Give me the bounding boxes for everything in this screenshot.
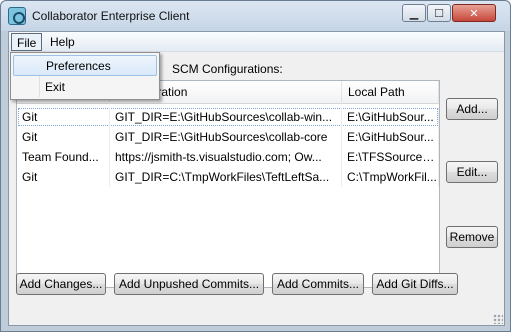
file-menu-dropdown: Preferences Exit bbox=[10, 52, 160, 100]
app-window: Collaborator Enterprise Client ▁ ☐ ✕ Fil… bbox=[0, 0, 511, 332]
table-row[interactable]: Team Found... https://jsmith-ts.visualst… bbox=[17, 147, 439, 167]
menu-file[interactable]: File bbox=[11, 33, 43, 51]
add-unpushed-commits-button[interactable]: Add Unpushed Commits... bbox=[114, 273, 264, 295]
cell-type: Team Found... bbox=[17, 147, 110, 167]
cell-type: Git bbox=[17, 107, 110, 127]
cell-local-path: E:\GitHubSour... bbox=[342, 127, 439, 147]
remove-button[interactable]: Remove bbox=[446, 226, 498, 248]
table-row[interactable]: Git GIT_DIR=E:\GitHubSources\collab-win.… bbox=[17, 107, 439, 127]
edit-button[interactable]: Edit... bbox=[446, 161, 498, 183]
menu-help[interactable]: Help bbox=[45, 33, 80, 51]
add-git-diffs-button[interactable]: Add Git Diffs... bbox=[372, 273, 458, 295]
cell-local-path: E:\TFSSources\... bbox=[342, 147, 439, 167]
cell-local-path: E:\GitHubSour... bbox=[342, 107, 439, 127]
table-row[interactable]: Git GIT_DIR=E:\GitHubSources\collab-core… bbox=[17, 127, 439, 147]
resize-grip[interactable] bbox=[493, 314, 503, 324]
cell-configuration: GIT_DIR=C:\TmpWorkFiles\TeftLeftSa... bbox=[110, 167, 342, 187]
window-title: Collaborator Enterprise Client bbox=[32, 9, 190, 23]
menu-item-exit[interactable]: Exit bbox=[13, 77, 157, 98]
client-area: File Help SCM Configurations: Type Confi… bbox=[8, 31, 505, 326]
app-icon bbox=[8, 7, 26, 25]
maximize-button[interactable]: ☐ bbox=[427, 4, 451, 22]
add-button[interactable]: Add... bbox=[446, 98, 498, 120]
cell-configuration: GIT_DIR=E:\GitHubSources\collab-win... bbox=[110, 107, 342, 127]
cell-configuration: GIT_DIR=E:\GitHubSources\collab-core bbox=[110, 127, 342, 147]
minimize-button[interactable]: ▁ bbox=[402, 4, 426, 22]
scm-configurations-table: Type Configuration Local Path Git GIT_DI… bbox=[16, 80, 440, 288]
menu-item-preferences[interactable]: Preferences bbox=[13, 55, 157, 76]
cell-type: Git bbox=[17, 127, 110, 147]
title-bar[interactable]: Collaborator Enterprise Client ▁ ☐ ✕ bbox=[1, 1, 510, 31]
cell-local-path: C:\TmpWorkFil... bbox=[342, 167, 439, 187]
add-changes-button[interactable]: Add Changes... bbox=[16, 273, 106, 295]
column-header-local-path[interactable]: Local Path bbox=[342, 81, 439, 104]
table-row[interactable]: Git GIT_DIR=C:\TmpWorkFiles\TeftLeftSa..… bbox=[17, 167, 439, 187]
add-commits-button[interactable]: Add Commits... bbox=[272, 273, 364, 295]
menu-bar: File Help bbox=[9, 32, 504, 52]
cell-type: Git bbox=[17, 167, 110, 187]
cell-configuration: https://jsmith-ts.visualstudio.com; Ow..… bbox=[110, 147, 342, 167]
scm-configurations-label: SCM Configurations: bbox=[172, 62, 283, 76]
close-button[interactable]: ✕ bbox=[452, 4, 496, 22]
